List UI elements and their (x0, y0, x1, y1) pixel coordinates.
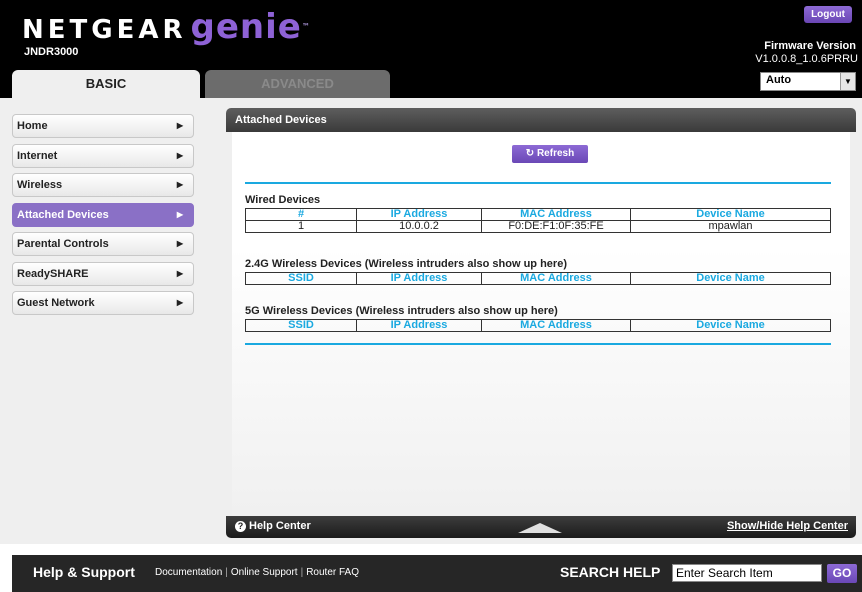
language-value: Auto (766, 74, 792, 86)
brand-sub: genie (190, 7, 302, 47)
sidebar-item-internet[interactable]: Internet ▶ (12, 143, 194, 168)
router-model: JNDR3000 (24, 46, 79, 58)
search-input[interactable] (672, 564, 822, 582)
column-header: MAC Address (481, 272, 631, 285)
help-center-link[interactable]: ? Help Center (235, 520, 311, 532)
column-header: MAC Address (481, 208, 631, 221)
sidebar-item-parental-controls[interactable]: Parental Controls ▶ (12, 232, 194, 256)
brand-trademark: ™ (301, 22, 310, 31)
online-support-link[interactable]: Online Support (231, 567, 298, 578)
column-header: SSID (245, 272, 357, 285)
tab-basic[interactable]: BASIC (12, 70, 200, 98)
sidebar-item-attached-devices[interactable]: Attached Devices ▶ (12, 202, 194, 227)
table-cell: 1 (245, 220, 357, 233)
tab-advanced[interactable]: ADVANCED (205, 70, 390, 98)
sidebar-item-label: Home (17, 120, 48, 132)
table-cell: 10.0.0.2 (356, 220, 482, 233)
chevron-down-icon[interactable]: ▼ (840, 73, 855, 90)
table-header-row: SSID IP Address MAC Address Device Name (245, 319, 831, 332)
sidebar-item-label: Internet (17, 149, 58, 162)
separator: | (300, 567, 304, 578)
help-center-label: Help Center (249, 520, 311, 532)
column-header: IP Address (356, 208, 482, 221)
table-cell: F0:DE:F1:0F:35:FE (481, 220, 631, 233)
sidebar-item-label: Attached Devices (17, 208, 109, 221)
sidebar-item-label: Guest Network (17, 297, 95, 309)
column-header: IP Address (356, 319, 482, 332)
netgear-genie-logo: NETGEAR genie™ (22, 10, 310, 45)
table-row: 1 10.0.0.2 F0:DE:F1:0F:35:FE mpawlan (245, 220, 831, 233)
sidebar-item-label: Parental Controls (17, 238, 109, 250)
brand-main: NETGEAR (22, 15, 187, 45)
router-faq-link[interactable]: Router FAQ (306, 567, 359, 578)
go-button[interactable]: GO (827, 564, 857, 583)
sidebar-item-label: Wireless (17, 179, 63, 191)
documentation-link[interactable]: Documentation (155, 567, 222, 578)
table-cell: mpawlan (630, 220, 831, 233)
separator: | (225, 567, 228, 578)
arrow-right-icon: ▶ (176, 121, 183, 130)
footer-bar: Help & Support Documentation | Online Supp… (12, 555, 862, 592)
sidebar-item-label: ReadySHARE (17, 267, 89, 280)
refresh-label: Refresh (536, 148, 575, 159)
table-header-row: SSID IP Address MAC Address Device Name (245, 272, 831, 285)
wired-devices-title: Wired Devices (245, 194, 321, 206)
language-select[interactable]: Auto ▼ (760, 72, 856, 91)
column-header: Device Name (630, 208, 831, 221)
wireless-24g-title: 2.4G Wireless Devices (Wireless intruder… (245, 258, 567, 270)
refresh-button[interactable]: ↻ Refresh (512, 145, 588, 163)
arrow-right-icon: ▶ (176, 180, 183, 189)
sidebar-item-home[interactable]: Home ▶ (12, 114, 194, 138)
sidebar-item-guest-network[interactable]: Guest Network ▶ (12, 291, 194, 315)
divider (245, 182, 831, 184)
header-bar: NETGEAR genie™ JNDR3000 Logout Firmware V… (0, 0, 862, 98)
arrow-right-icon: ▶ (176, 268, 183, 278)
panel-title: Attached Devices (226, 108, 856, 132)
help-icon: ? (235, 520, 246, 532)
arrow-right-icon: ▶ (176, 209, 183, 219)
arrow-right-icon: ▶ (176, 298, 183, 307)
column-header: SSID (245, 319, 357, 332)
wireless-5g-table: SSID IP Address MAC Address Device Name (245, 319, 831, 332)
panel-body: ↻ Refresh Wired Devices # IP Address MAC… (232, 132, 850, 516)
refresh-icon: ↻ (525, 148, 535, 159)
attached-devices-panel: Attached Devices ↻ Refresh Wired Devices… (226, 108, 856, 538)
column-header: Device Name (630, 272, 831, 285)
wired-devices-table: # IP Address MAC Address Device Name 1 1… (245, 208, 831, 233)
column-header: IP Address (356, 272, 482, 285)
wireless-5g-title: 5G Wireless Devices (Wireless intruders … (245, 305, 558, 317)
arrow-right-icon: ▶ (176, 150, 183, 160)
search-help-label: SEARCH HELP (560, 564, 661, 580)
logout-button[interactable]: Logout (804, 6, 852, 23)
sidebar-item-readyshare[interactable]: ReadySHARE ▶ (12, 261, 194, 286)
sidebar-item-wireless[interactable]: Wireless ▶ (12, 173, 194, 197)
expand-triangle-icon[interactable] (518, 523, 562, 533)
sidebar-menu: Home ▶ Internet ▶ Wireless ▶ Attached De… (12, 114, 194, 321)
footer-links: Documentation | Online Support | Router FAQ (155, 567, 359, 578)
table-header-row: # IP Address MAC Address Device Name (245, 208, 831, 221)
column-header: Device Name (630, 319, 831, 332)
divider (245, 343, 831, 345)
firmware-label: Firmware Version (764, 40, 856, 52)
wireless-24g-table: SSID IP Address MAC Address Device Name (245, 272, 831, 285)
help-center-bar: ? Help Center Show/Hide Help Center (226, 516, 856, 538)
show-hide-help-link[interactable]: Show/Hide Help Center (727, 520, 848, 532)
column-header: # (245, 208, 357, 221)
help-support-title: Help & Support (33, 564, 135, 580)
arrow-right-icon: ▶ (176, 239, 183, 248)
column-header: MAC Address (481, 319, 631, 332)
firmware-version: V1.0.0.8_1.0.6PRRU (755, 53, 858, 65)
